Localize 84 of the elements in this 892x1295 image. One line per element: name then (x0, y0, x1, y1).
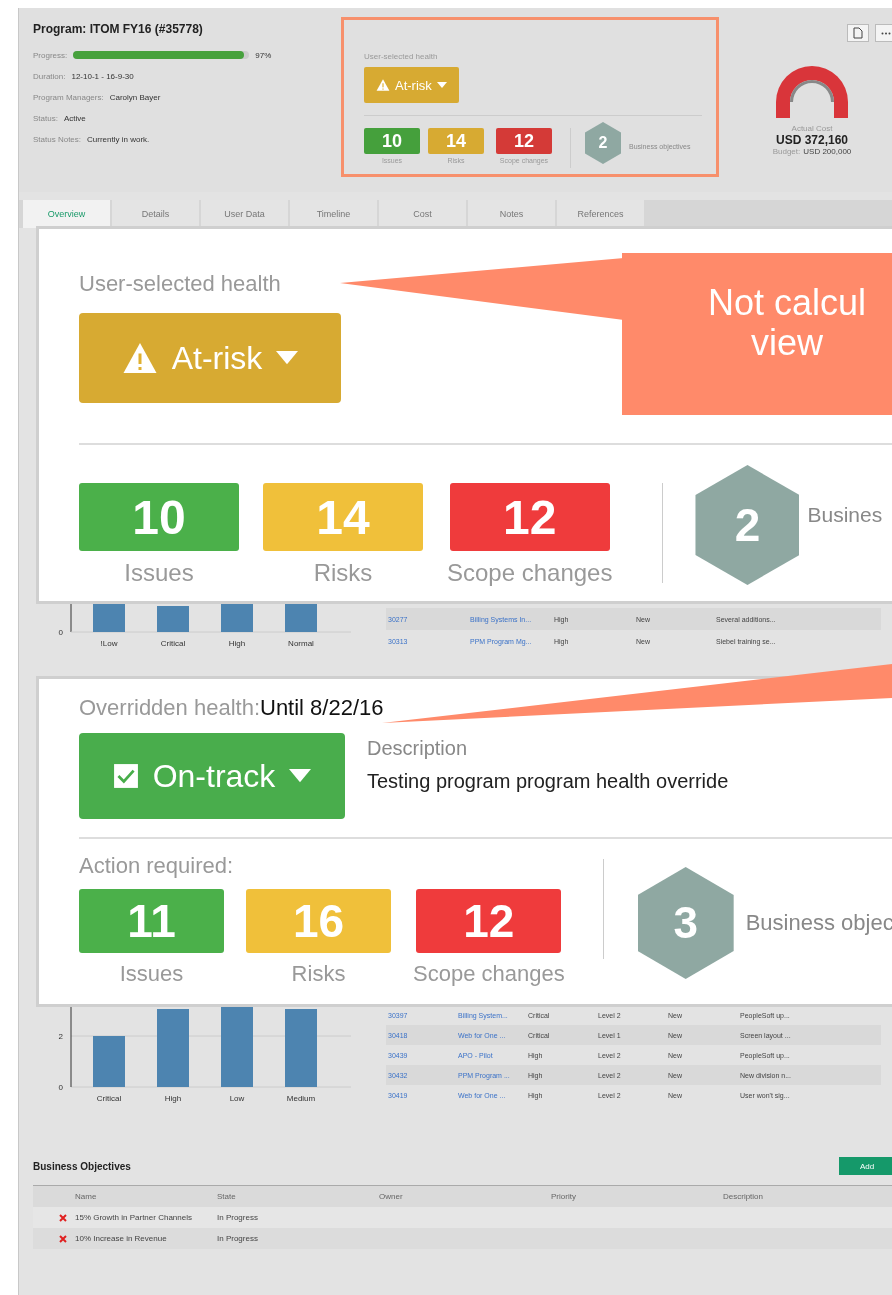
more-icon (881, 31, 891, 35)
tab[interactable]: References (557, 200, 644, 228)
category-label: Medium (286, 1094, 316, 1103)
category-label: Critical (96, 1094, 122, 1103)
progress-reading: 97% (255, 50, 272, 60)
count-tile[interactable]: 12 (496, 128, 552, 154)
health-label: User-selected health (79, 271, 281, 297)
category-label: High (164, 1094, 182, 1103)
bar (157, 606, 189, 632)
column-header[interactable]: Description (723, 1192, 892, 1201)
cost-label: Actual Cost (791, 124, 833, 133)
table-cell-text: In Progress (217, 1234, 259, 1243)
table-cell-text: 15% Growth in Partner Channels (75, 1213, 193, 1222)
field-label: Status: (33, 113, 58, 123)
table-cell-text: 10% Increase in Revenue (75, 1234, 168, 1243)
action-required-label: Action required: (79, 853, 234, 879)
document-icon (853, 27, 863, 39)
health-dropdown[interactable]: At-risk (364, 67, 459, 103)
table-cell-text: In Progress (217, 1213, 259, 1222)
health-dropdown[interactable]: On-track (79, 733, 345, 819)
more-button[interactable] (875, 24, 892, 42)
caret-icon (436, 82, 447, 88)
delete-icon[interactable] (59, 1234, 67, 1243)
tab[interactable]: Cost (379, 200, 466, 228)
description-label: Description (367, 737, 469, 760)
count-label: Issues (124, 559, 194, 587)
count-tile[interactable]: 12 (449, 483, 610, 551)
tab[interactable]: Notes (468, 200, 555, 228)
program-title: Program: ITOM FY16 (#35778) (33, 22, 204, 36)
field-value: Active (63, 113, 86, 123)
description-text: Testing program program health override (367, 770, 729, 793)
tab[interactable]: User Data (201, 200, 288, 228)
category-label: Critical (160, 639, 186, 648)
health-dropdown[interactable]: At-risk (79, 313, 341, 403)
count-tile[interactable]: 11 (79, 889, 224, 953)
checkbox-icon (112, 763, 139, 789)
field-value: 12-10-1 - 16-9-30 (71, 71, 134, 81)
tab[interactable]: Overview (23, 200, 110, 228)
column-header[interactable]: Name (75, 1192, 217, 1201)
caret-icon (276, 351, 299, 365)
axis-tick-label: 2 (58, 1032, 63, 1041)
count-tile[interactable]: 14 (428, 128, 484, 154)
cost-gauge-drawing (776, 66, 848, 118)
budget-label: Budget: (772, 147, 801, 156)
field-label: Progress: (33, 50, 68, 60)
category-label: Normal (288, 639, 314, 648)
caret-icon (289, 769, 312, 783)
column-header[interactable]: State (217, 1192, 379, 1201)
health-label: Overridden health: (79, 695, 260, 721)
count-label: Scope changes (447, 559, 613, 587)
delete-icon[interactable] (59, 1213, 67, 1222)
count-label: Risks (291, 961, 346, 987)
note-text: Not calcul (707, 283, 867, 323)
category-label: Low (229, 1094, 245, 1103)
tab[interactable]: Details (112, 200, 199, 228)
count-label: Issues (119, 961, 184, 987)
column-header[interactable]: Owner (379, 1192, 551, 1201)
field-label: Status Notes: (33, 134, 82, 144)
category-label: High (228, 639, 246, 648)
field-label: Program Managers: (33, 92, 104, 102)
note-text: view (751, 323, 823, 363)
override-date: Until 8/22/16 (260, 695, 384, 721)
add-button[interactable]: Add (839, 1157, 892, 1175)
health-label: User-selected health (364, 52, 438, 61)
count-label: Scope changes (413, 961, 565, 987)
objectives-label: Busines (807, 503, 883, 527)
count-tile[interactable]: 12 (416, 889, 562, 953)
field-label: Duration: (33, 71, 66, 81)
column-header[interactable]: Priority (551, 1192, 723, 1201)
cost-value: USD 372,160 (775, 133, 848, 147)
section-title: Business Objectives (33, 1160, 131, 1172)
count-label: Risks (313, 559, 373, 587)
count-tile[interactable]: 10 (79, 483, 239, 551)
axis-tick-label: 0 (58, 1083, 63, 1092)
count-tile[interactable]: 10 (364, 128, 420, 154)
budget-value: USD 200,000 (803, 147, 852, 156)
field-value: Currently in work. (87, 134, 150, 144)
axis-tick-label: 0 (58, 628, 63, 637)
tab[interactable]: Timeline (290, 200, 377, 228)
category-label: !Low (100, 639, 118, 648)
bar (93, 1036, 125, 1087)
field-value: Carolyn Bayer (109, 92, 161, 102)
document-button[interactable] (847, 24, 869, 42)
warning-icon (376, 78, 390, 92)
